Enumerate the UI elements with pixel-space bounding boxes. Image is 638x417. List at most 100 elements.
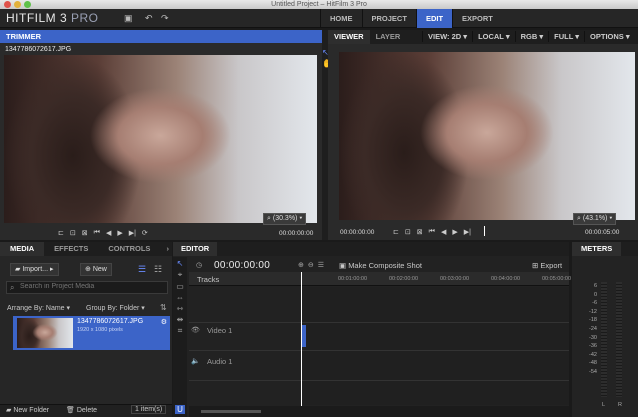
meter-channel-left: L	[602, 402, 606, 408]
tab-media[interactable]: MEDIA	[0, 242, 45, 256]
close-icon[interactable]	[4, 1, 11, 8]
step-forward-icon[interactable]: ▶|	[464, 228, 471, 236]
tab-effects[interactable]: EFFECTS	[44, 242, 98, 256]
go-start-icon[interactable]: ⏮	[94, 229, 100, 237]
local-dropdown[interactable]: LOCAL ▾	[472, 31, 515, 42]
tracks-label: Tracks	[197, 275, 220, 284]
tab-layer[interactable]: LAYER	[370, 30, 407, 44]
track-divider	[189, 322, 569, 323]
new-folder-button[interactable]: ▰ New Folder	[6, 406, 49, 414]
redo-icon[interactable]: ↷	[161, 13, 169, 24]
viewer-transport: ⊏ ⊡ ⊠ ⏮ ◀ ▶ ▶|	[393, 228, 471, 236]
window-title: Untitled Project – HitFilm 3 Pro	[271, 1, 367, 8]
timeline-playhead[interactable]	[301, 272, 302, 407]
insert-icon[interactable]: ⊡	[405, 228, 411, 236]
trimmer-transport: ⊏ ⊡ ⊠ ⏮ ◀ ▶ ▶| ⟳	[58, 229, 148, 237]
video-clip[interactable]	[302, 325, 306, 347]
group-by-dropdown[interactable]: Group By: Folder ▾	[86, 304, 145, 312]
make-composite-button[interactable]: ▣ Make Composite Shot	[339, 261, 422, 270]
search-input[interactable]	[20, 283, 165, 290]
save-icon[interactable]: ▣	[124, 13, 133, 24]
window-titlebar: Untitled Project – HitFilm 3 Pro	[0, 0, 638, 9]
import-button[interactable]: ▰ Import... ▸	[10, 263, 59, 276]
clock-icon: ◷	[196, 262, 203, 269]
viewer-zoom-value: (43.1%)	[582, 215, 608, 222]
folder-icon: ▰	[15, 266, 21, 273]
item-settings-icon[interactable]: ⚙	[161, 318, 167, 326]
viewer-timecode-current: 00:00:00:00	[340, 229, 375, 236]
zoom-icon[interactable]	[24, 1, 31, 8]
timeline-ruler[interactable]: 00:01:00:00 00:02:00:00 00:03:00:00 00:0…	[302, 272, 571, 286]
trash-icon: 🗑	[66, 407, 75, 414]
ruler-tick: 00:01:00:00	[338, 276, 368, 282]
editor-export-button[interactable]: ⊞ Export	[532, 261, 562, 270]
grid-view-icon[interactable]: ☷	[154, 264, 162, 275]
video-track-label: Video 1	[207, 326, 233, 335]
speaker-icon[interactable]: 🔈	[191, 357, 200, 365]
folder-icon: ▰	[6, 407, 12, 414]
viewer-playhead[interactable]	[484, 226, 485, 236]
editor-timecode[interactable]: 00:00:00:00	[214, 260, 270, 271]
in-point-icon[interactable]: ⊏	[393, 228, 399, 236]
tab-viewer[interactable]: VIEWER	[328, 30, 370, 44]
options-dropdown[interactable]: OPTIONS ▾	[584, 31, 635, 42]
sort-icon[interactable]: ⇅	[160, 303, 167, 312]
ruler-tick: 00:03:00:00	[440, 276, 470, 282]
overlay-icon[interactable]: ⊠	[82, 229, 88, 237]
track-menu-icon[interactable]: ☰	[318, 261, 324, 269]
editor-track-buttons: ⊕ ⊖ ☰	[298, 261, 324, 269]
export-icon: ⊞	[532, 261, 539, 270]
media-item-meta: 1920 x 1080 pixels	[77, 327, 123, 333]
tab-edit[interactable]: EDIT	[415, 9, 453, 28]
new-button[interactable]: ⊕ New	[80, 263, 112, 276]
insert-icon[interactable]: ⊡	[70, 229, 76, 237]
viewer-zoom[interactable]: ⌕ (43.1%) ▾	[573, 213, 617, 225]
search-icon: ⌕	[10, 283, 15, 292]
audio-track-label: Audio 1	[207, 357, 233, 366]
tab-controls[interactable]: CONTROLS	[98, 242, 160, 256]
add-track-icon[interactable]: ⊕	[298, 261, 304, 269]
step-forward-icon[interactable]: ▶|	[129, 229, 136, 237]
tab-editor[interactable]: EDITOR	[173, 242, 218, 256]
view-mode-dropdown[interactable]: VIEW: 2D ▾	[422, 31, 472, 42]
select-tool-icon[interactable]: ↖	[173, 259, 187, 268]
media-item[interactable]: 1347786072617.JPG 1920 x 1080 pixels ⚙	[13, 316, 170, 350]
item-count: 1 item(s)	[131, 405, 167, 414]
tab-export[interactable]: EXPORT	[452, 9, 502, 28]
loop-icon[interactable]: ⟳	[142, 229, 148, 237]
snap-tool-icon[interactable]: ⌗	[173, 326, 187, 336]
timeline-scrollbar[interactable]	[189, 406, 569, 417]
ripple-tool-icon[interactable]: ⌖	[173, 270, 187, 280]
magnet-icon[interactable]: U	[175, 405, 185, 414]
timeline-tracks-area[interactable]	[302, 287, 569, 405]
slice-tool-icon[interactable]: ▭	[173, 282, 187, 291]
minimize-icon[interactable]	[14, 1, 21, 8]
channel-dropdown[interactable]: RGB ▾	[514, 31, 549, 42]
play-icon[interactable]: ▶	[452, 228, 457, 236]
overlay-icon[interactable]: ⊠	[417, 228, 423, 236]
step-back-icon[interactable]: ◀	[441, 228, 446, 236]
delete-button[interactable]: 🗑 Delete	[66, 406, 97, 414]
media-search[interactable]: ⌕	[6, 281, 168, 294]
tab-meters[interactable]: METERS	[572, 242, 622, 256]
step-back-icon[interactable]: ◀	[106, 229, 111, 237]
arrange-by-dropdown[interactable]: Arrange By: Name ▾	[7, 304, 70, 312]
viewer-options: VIEW: 2D ▾ LOCAL ▾ RGB ▾ FULL ▾ OPTIONS …	[422, 31, 635, 42]
tab-project[interactable]: PROJECT	[361, 9, 416, 28]
go-start-icon[interactable]: ⏮	[429, 228, 435, 236]
list-view-icon[interactable]: ☰	[138, 264, 146, 275]
play-icon[interactable]: ▶	[117, 229, 122, 237]
trimmer-zoom[interactable]: ⌕ (30.3%) ▾	[263, 213, 307, 225]
slide-tool-icon[interactable]: ⇿	[173, 304, 187, 313]
undo-icon[interactable]: ↶	[145, 13, 153, 24]
remove-track-icon[interactable]: ⊖	[308, 261, 314, 269]
tab-home[interactable]: HOME	[320, 9, 362, 28]
logo-suffix: PRO	[71, 11, 99, 25]
track-divider	[189, 350, 569, 351]
tab-trimmer[interactable]: TRIMMER	[0, 30, 47, 43]
in-point-icon[interactable]: ⊏	[58, 229, 64, 237]
rate-tool-icon[interactable]: ⇹	[173, 315, 187, 324]
slip-tool-icon[interactable]: ⇔	[173, 293, 187, 302]
eye-icon[interactable]: 👁	[191, 326, 200, 334]
resolution-dropdown[interactable]: FULL ▾	[548, 31, 584, 42]
